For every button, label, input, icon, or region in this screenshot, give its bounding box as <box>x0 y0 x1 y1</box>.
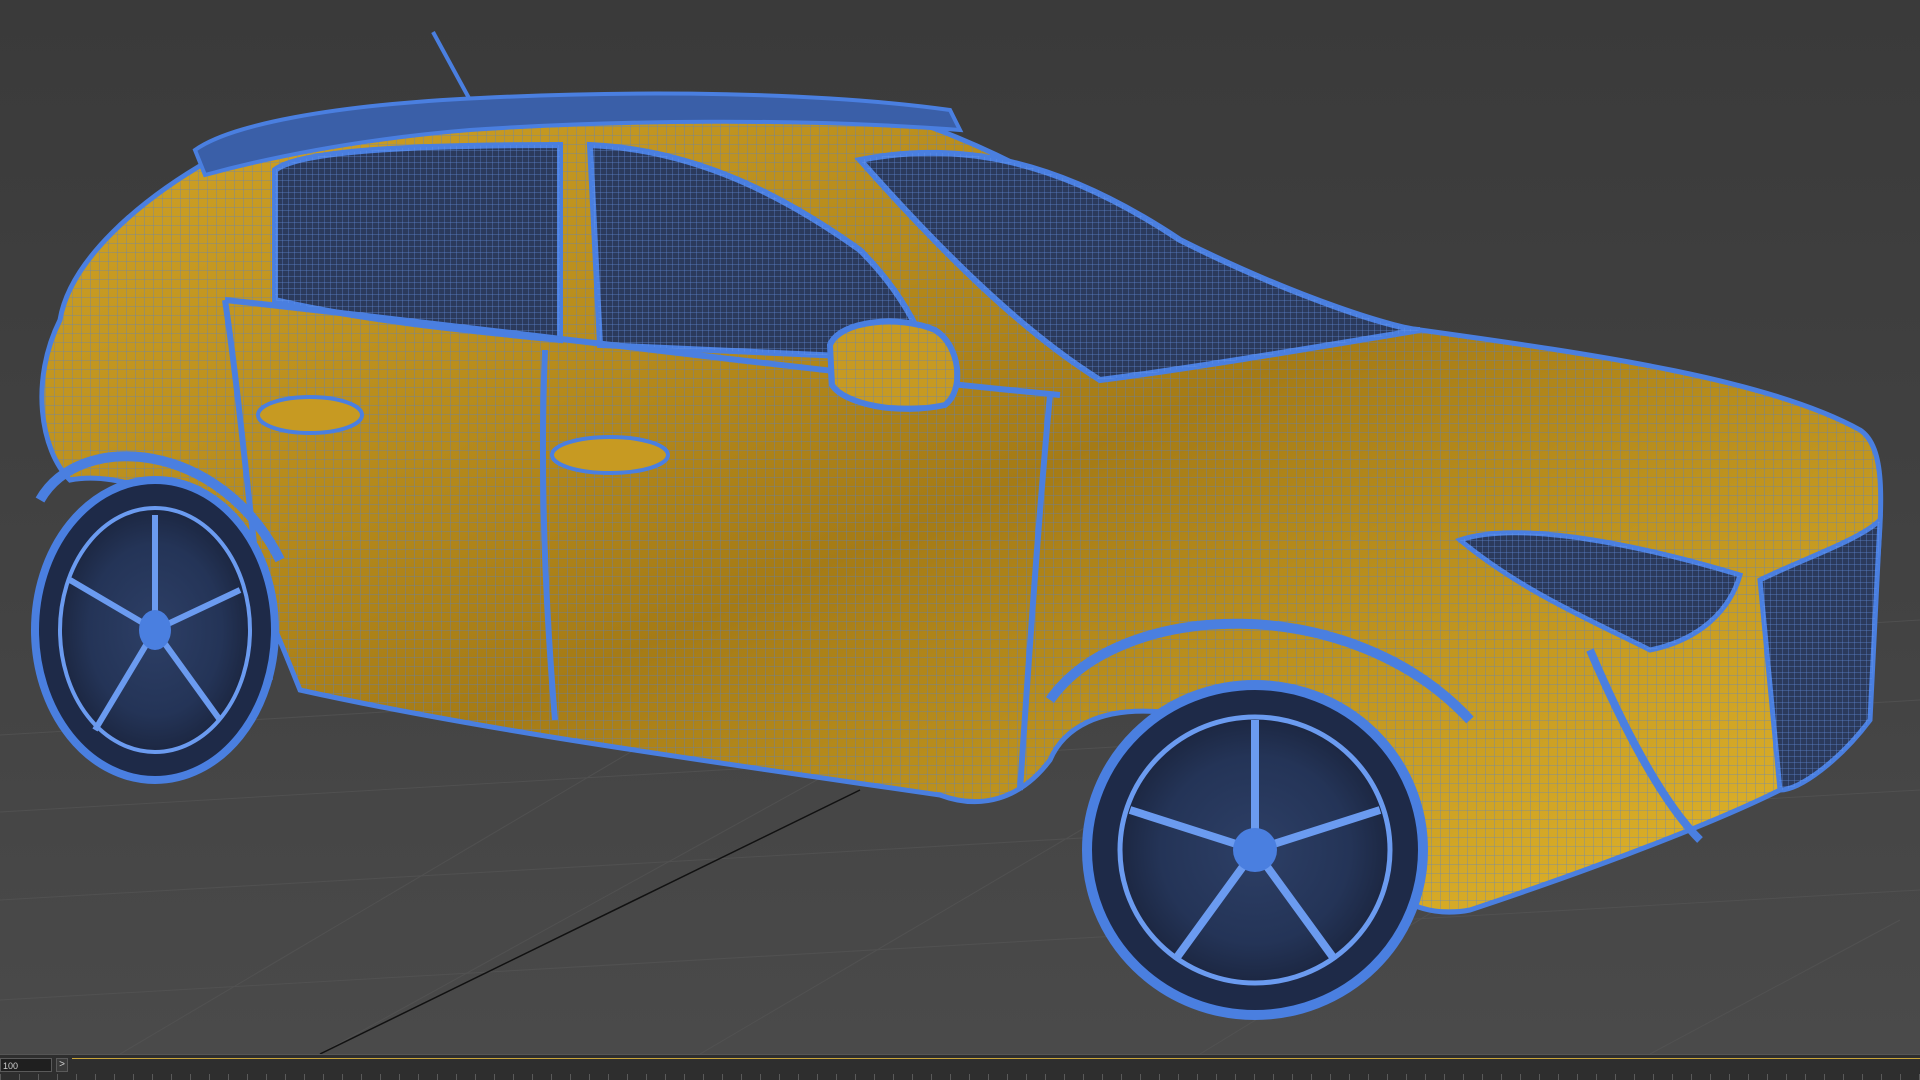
timeline-bar[interactable]: 100 > <box>0 1054 1920 1080</box>
side-mirror <box>826 318 961 412</box>
front-wheel <box>1082 680 1428 1020</box>
antenna <box>431 31 472 101</box>
grid-axis <box>319 789 861 1054</box>
next-frame-button[interactable]: > <box>56 1058 68 1072</box>
frame-counter-field[interactable]: 100 <box>0 1058 52 1072</box>
timeline-ruler <box>0 1074 1920 1080</box>
timeline-track[interactable] <box>72 1058 1920 1073</box>
viewport-canvas[interactable] <box>0 0 1920 1054</box>
3d-viewport[interactable] <box>0 0 1920 1054</box>
rear-wheel <box>31 476 279 784</box>
